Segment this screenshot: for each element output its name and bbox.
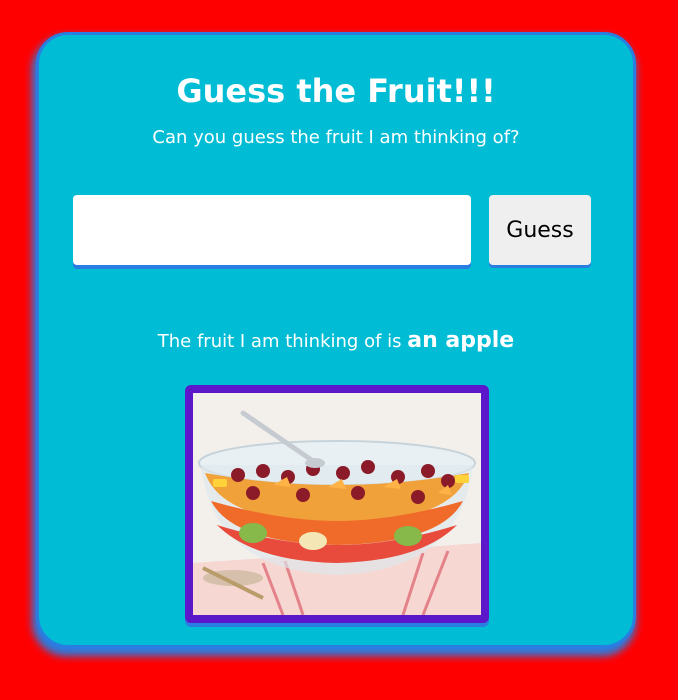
guess-input[interactable] bbox=[73, 195, 471, 265]
page-title: Guess the Fruit!!! bbox=[176, 72, 496, 110]
page-subtitle: Can you guess the fruit I am thinking of… bbox=[152, 127, 520, 148]
answer-value: an apple bbox=[407, 328, 515, 353]
answer-prefix: The fruit I am thinking of is bbox=[157, 331, 402, 352]
guess-button[interactable]: Guess bbox=[489, 195, 591, 265]
game-card: Guess the Fruit!!! Can you guess the fru… bbox=[36, 32, 636, 648]
answer-line: The fruit I am thinking of is an apple bbox=[39, 327, 633, 356]
fruit-image bbox=[185, 385, 489, 623]
fruit-salad-illustration bbox=[193, 393, 481, 615]
